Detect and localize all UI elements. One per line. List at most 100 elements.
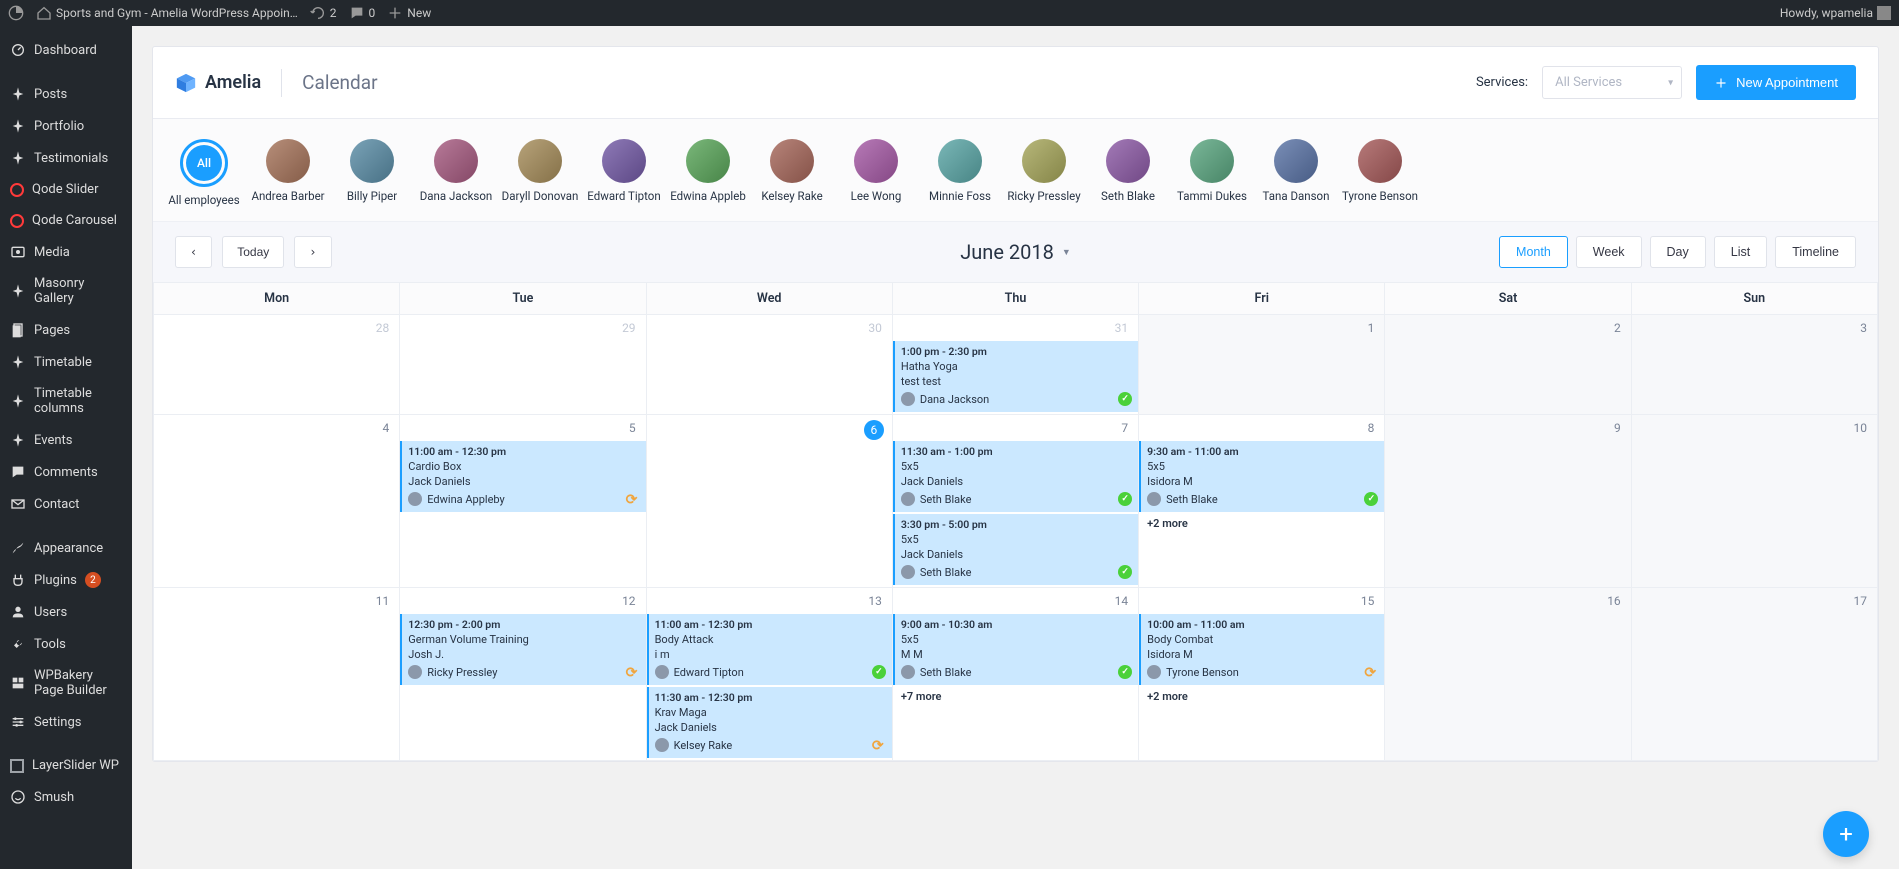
appointment-event[interactable]: 1:00 pm - 2:30 pmHatha Yogatest testDana…	[893, 341, 1138, 412]
sidebar-item-posts[interactable]: Posts	[0, 78, 132, 110]
calendar-day-cell[interactable]: 16	[1385, 588, 1631, 761]
sidebar-item-wpbakery[interactable]: WPBakery Page Builder	[0, 660, 132, 706]
sidebar-item-masonry[interactable]: Masonry Gallery	[0, 268, 132, 314]
sidebar-item-qode-carousel[interactable]: Qode Carousel	[0, 205, 132, 236]
sidebar-label-media: Media	[34, 245, 70, 260]
appointment-event[interactable]: 12:30 pm - 2:00 pmGerman Volume Training…	[400, 614, 645, 685]
vertical-divider	[281, 69, 282, 97]
day-number: 9	[1614, 421, 1621, 435]
employee-filter-item[interactable]: AllAll employees	[175, 139, 233, 207]
sidebar-item-testimonials[interactable]: Testimonials	[0, 142, 132, 174]
comments-link[interactable]: 0	[349, 5, 376, 21]
sidebar-item-plugins[interactable]: Plugins2	[0, 564, 132, 596]
view-button-week[interactable]: Week	[1576, 236, 1642, 268]
employee-filter-item[interactable]: Edward Tipton	[595, 139, 653, 207]
calendar-day-cell[interactable]: 4	[154, 415, 400, 588]
appointment-event[interactable]: 3:30 pm - 5:00 pm5x5Jack DanielsSeth Bla…	[893, 514, 1138, 585]
event-employee: Dana Jackson	[901, 392, 1132, 406]
sidebar-label-appearance: Appearance	[34, 541, 103, 556]
prev-period-button[interactable]: ‹	[175, 236, 212, 268]
sidebar-item-timetable-cols[interactable]: Timetable columns	[0, 378, 132, 424]
sidebar-item-settings[interactable]: Settings	[0, 706, 132, 738]
avatar	[1358, 139, 1402, 183]
event-customer: M M	[901, 648, 1132, 661]
employee-filter-item[interactable]: Billy Piper	[343, 139, 401, 207]
employee-filter-item[interactable]: Tana Danson	[1267, 139, 1325, 207]
calendar-day-cell[interactable]: 3	[1631, 315, 1877, 415]
calendar-day-cell[interactable]: 28	[154, 315, 400, 415]
sidebar-item-pages[interactable]: Pages	[0, 314, 132, 346]
new-appointment-button[interactable]: New Appointment	[1696, 65, 1856, 100]
employee-filter-item[interactable]: Edwina Appleb	[679, 139, 737, 207]
sidebar-item-events[interactable]: Events	[0, 424, 132, 456]
employee-filter-item[interactable]: Kelsey Rake	[763, 139, 821, 207]
account-menu[interactable]: Howdy, wpamelia	[1780, 6, 1891, 20]
event-employee: Edward Tipton	[655, 665, 886, 679]
all-label: All	[186, 145, 222, 181]
employee-filter-item[interactable]: Dana Jackson	[427, 139, 485, 207]
site-title-link[interactable]: Sports and Gym - Amelia WordPress Appoin…	[36, 5, 298, 21]
fab-add-button[interactable]: +	[1823, 811, 1869, 857]
appointment-event[interactable]: 11:00 am - 12:30 pmCardio BoxJack Daniel…	[400, 441, 645, 512]
calendar-day-cell[interactable]: 17	[1631, 588, 1877, 761]
sidebar-item-tools[interactable]: Tools	[0, 628, 132, 660]
sidebar-item-media[interactable]: Media	[0, 236, 132, 268]
sidebar-item-qode-slider[interactable]: Qode Slider	[0, 174, 132, 205]
calendar-day-cell[interactable]: 1212:30 pm - 2:00 pmGerman Volume Traini…	[400, 588, 646, 761]
calendar-day-cell[interactable]: 1	[1139, 315, 1385, 415]
view-button-timeline[interactable]: Timeline	[1775, 236, 1856, 268]
appointment-event[interactable]: 11:30 am - 12:30 pmKrav MagaJack Daniels…	[647, 687, 892, 758]
sidebar-item-contact[interactable]: Contact	[0, 488, 132, 520]
calendar-day-cell[interactable]: 511:00 am - 12:30 pmCardio BoxJack Danie…	[400, 415, 646, 588]
calendar-day-cell[interactable]: 9	[1385, 415, 1631, 588]
appointment-event[interactable]: 9:00 am - 10:30 am5x5M MSeth Blake	[893, 614, 1138, 685]
calendar-day-cell[interactable]: 10	[1631, 415, 1877, 588]
calendar-day-cell[interactable]: 311:00 pm - 2:30 pmHatha Yogatest testDa…	[892, 315, 1138, 415]
employee-filter-item[interactable]: Lee Wong	[847, 139, 905, 207]
employee-filter-item[interactable]: Daryll Donovan	[511, 139, 569, 207]
sidebar-item-users[interactable]: Users	[0, 596, 132, 628]
sidebar-item-timetable[interactable]: Timetable	[0, 346, 132, 378]
sidebar-item-layerslider[interactable]: LayerSlider WP	[0, 750, 132, 781]
wp-logo-icon[interactable]	[8, 5, 24, 21]
sidebar-item-smush[interactable]: Smush	[0, 781, 132, 813]
more-events-link[interactable]: +2 more	[1139, 687, 1384, 706]
page-title: Calendar	[302, 71, 377, 94]
calendar-day-cell[interactable]: 89:30 am - 11:00 am5x5Isidora MSeth Blak…	[1139, 415, 1385, 588]
calendar-day-cell[interactable]: 1510:00 am - 11:00 amBody CombatIsidora …	[1139, 588, 1385, 761]
new-content-link[interactable]: New	[387, 5, 431, 21]
appointment-event[interactable]: 11:30 am - 1:00 pm5x5Jack DanielsSeth Bl…	[893, 441, 1138, 512]
calendar-day-cell[interactable]: 2	[1385, 315, 1631, 415]
appointment-event[interactable]: 10:00 am - 11:00 amBody CombatIsidora MT…	[1139, 614, 1384, 685]
view-button-month[interactable]: Month	[1499, 236, 1568, 268]
employee-filter-item[interactable]: Ricky Pressley	[1015, 139, 1073, 207]
appointment-event[interactable]: 11:00 am - 12:30 pmBody Attacki mEdward …	[647, 614, 892, 685]
calendar-day-cell[interactable]: 711:30 am - 1:00 pm5x5Jack DanielsSeth B…	[892, 415, 1138, 588]
services-filter-select[interactable]: All Services ▾	[1542, 66, 1682, 99]
employee-filter-item[interactable]: Tyrone Benson	[1351, 139, 1409, 207]
appointment-event[interactable]: 9:30 am - 11:00 am5x5Isidora MSeth Blake	[1139, 441, 1384, 512]
employee-filter-item[interactable]: Tammi Dukes	[1183, 139, 1241, 207]
calendar-day-cell[interactable]: 29	[400, 315, 646, 415]
avatar	[408, 492, 422, 506]
next-period-button[interactable]: ›	[294, 236, 331, 268]
employee-filter-item[interactable]: Seth Blake	[1099, 139, 1157, 207]
more-events-link[interactable]: +7 more	[893, 687, 1138, 706]
view-button-day[interactable]: Day	[1650, 236, 1706, 268]
sidebar-item-dashboard[interactable]: Dashboard	[0, 34, 132, 66]
sidebar-item-portfolio[interactable]: Portfolio	[0, 110, 132, 142]
calendar-day-cell[interactable]: 11	[154, 588, 400, 761]
employee-filter-item[interactable]: Andrea Barber	[259, 139, 317, 207]
calendar-day-cell[interactable]: 6	[646, 415, 892, 588]
calendar-day-cell[interactable]: 149:00 am - 10:30 am5x5M MSeth Blake+7 m…	[892, 588, 1138, 761]
view-button-list[interactable]: List	[1714, 236, 1767, 268]
updates-link[interactable]: 2	[310, 5, 337, 21]
employee-filter-item[interactable]: Minnie Foss	[931, 139, 989, 207]
calendar-day-cell[interactable]: 30	[646, 315, 892, 415]
more-events-link[interactable]: +2 more	[1139, 514, 1384, 533]
calendar-title-button[interactable]: June 2018 ▼	[960, 240, 1071, 264]
sidebar-item-comments[interactable]: Comments	[0, 456, 132, 488]
today-button[interactable]: Today	[222, 236, 284, 268]
calendar-day-cell[interactable]: 1311:00 am - 12:30 pmBody Attacki mEdwar…	[646, 588, 892, 761]
sidebar-item-appearance[interactable]: Appearance	[0, 532, 132, 564]
